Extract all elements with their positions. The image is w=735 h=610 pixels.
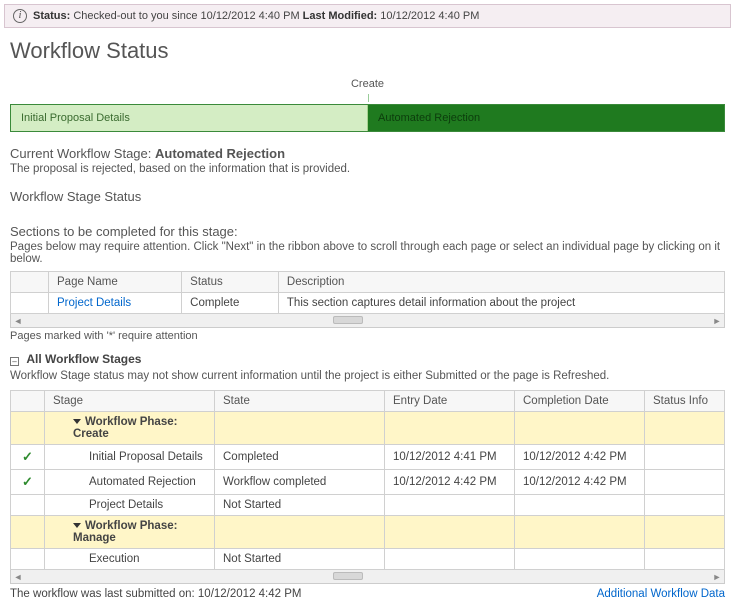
- stages-table: Stage State Entry Date Completion Date S…: [10, 390, 725, 570]
- info-icon: i: [13, 9, 27, 23]
- stage-row[interactable]: Project Details Not Started: [11, 495, 725, 516]
- stages-col-info[interactable]: Status Info: [645, 391, 725, 412]
- current-stage-heading: Current Workflow Stage: Automated Reject…: [10, 146, 725, 161]
- status-bar: i Status: Checked-out to you since 10/12…: [4, 4, 731, 28]
- stage-initial-proposal[interactable]: Initial Proposal Details: [11, 105, 368, 131]
- status-label: Status:: [33, 10, 70, 22]
- page-status: Complete: [182, 293, 279, 314]
- page-title: Workflow Status: [10, 38, 725, 64]
- additional-workflow-link[interactable]: Additional Workflow Data: [597, 588, 725, 600]
- scroll-right-icon[interactable]: ►: [710, 572, 724, 582]
- workflow-phase-diagram: Create Initial Proposal Details Automate…: [10, 78, 725, 132]
- page-link-project-details[interactable]: Project Details: [57, 297, 131, 309]
- scroll-thumb[interactable]: [333, 316, 363, 324]
- pages-col-desc[interactable]: Description: [278, 272, 724, 293]
- pages-col-marker: [11, 272, 49, 293]
- pages-col-status[interactable]: Status: [182, 272, 279, 293]
- pages-table-wrap: Page Name Status Description Project Det…: [10, 271, 725, 328]
- pages-scrollbar[interactable]: ◄ ►: [10, 314, 725, 328]
- caret-down-icon: [73, 523, 81, 528]
- stage-status-heading: Workflow Stage Status: [10, 189, 725, 204]
- status-text: Checked-out to you since 10/12/2012 4:40…: [73, 10, 299, 22]
- check-icon: ✓: [22, 474, 33, 489]
- stages-col-entry[interactable]: Entry Date: [385, 391, 515, 412]
- workflow-submitted-text: The workflow was last submitted on: 10/1…: [10, 588, 302, 600]
- stages-col-state[interactable]: State: [215, 391, 385, 412]
- phase-row-manage[interactable]: Workflow Phase: Manage: [11, 516, 725, 549]
- stage-row[interactable]: Execution Not Started: [11, 549, 725, 570]
- phase-row-create[interactable]: Workflow Phase: Create: [11, 412, 725, 445]
- footer-row: The workflow was last submitted on: 10/1…: [10, 588, 725, 600]
- stages-col-stage[interactable]: Stage: [45, 391, 215, 412]
- scroll-right-icon[interactable]: ►: [710, 316, 724, 326]
- stage-automated-rejection[interactable]: Automated Rejection: [368, 105, 724, 131]
- current-stage-description: The proposal is rejected, based on the i…: [10, 163, 725, 175]
- caret-down-icon: [73, 419, 81, 424]
- stage-row[interactable]: ✓ Initial Proposal Details Completed 10/…: [11, 445, 725, 470]
- pages-col-name[interactable]: Page Name: [49, 272, 182, 293]
- pages-table: Page Name Status Description Project Det…: [10, 271, 725, 314]
- last-modified-text: 10/12/2012 4:40 PM: [380, 10, 479, 22]
- stages-col-completion[interactable]: Completion Date: [515, 391, 645, 412]
- pages-row[interactable]: Project Details Complete This section ca…: [11, 293, 725, 314]
- all-stages-hint: Workflow Stage status may not show curre…: [10, 370, 725, 382]
- stage-bar: Initial Proposal Details Automated Rejec…: [10, 104, 725, 132]
- stages-scrollbar[interactable]: ◄ ►: [10, 570, 725, 584]
- attention-note: Pages marked with '*' require attention: [10, 330, 725, 342]
- scroll-left-icon[interactable]: ◄: [11, 572, 25, 582]
- phase-label-create: Create: [351, 78, 384, 90]
- page-desc: This section captures detail information…: [278, 293, 724, 314]
- phase-tick: [368, 94, 369, 102]
- sections-heading: Sections to be completed for this stage:: [10, 224, 725, 239]
- collapse-icon: –: [10, 357, 19, 366]
- stage-row[interactable]: ✓ Automated Rejection Workflow completed…: [11, 470, 725, 495]
- sections-hint: Pages below may require attention. Click…: [10, 241, 725, 265]
- all-stages-toggle[interactable]: – All Workflow Stages: [10, 352, 725, 366]
- check-icon: ✓: [22, 449, 33, 464]
- last-modified-label: Last Modified:: [303, 10, 378, 22]
- scroll-thumb[interactable]: [333, 572, 363, 580]
- scroll-left-icon[interactable]: ◄: [11, 316, 25, 326]
